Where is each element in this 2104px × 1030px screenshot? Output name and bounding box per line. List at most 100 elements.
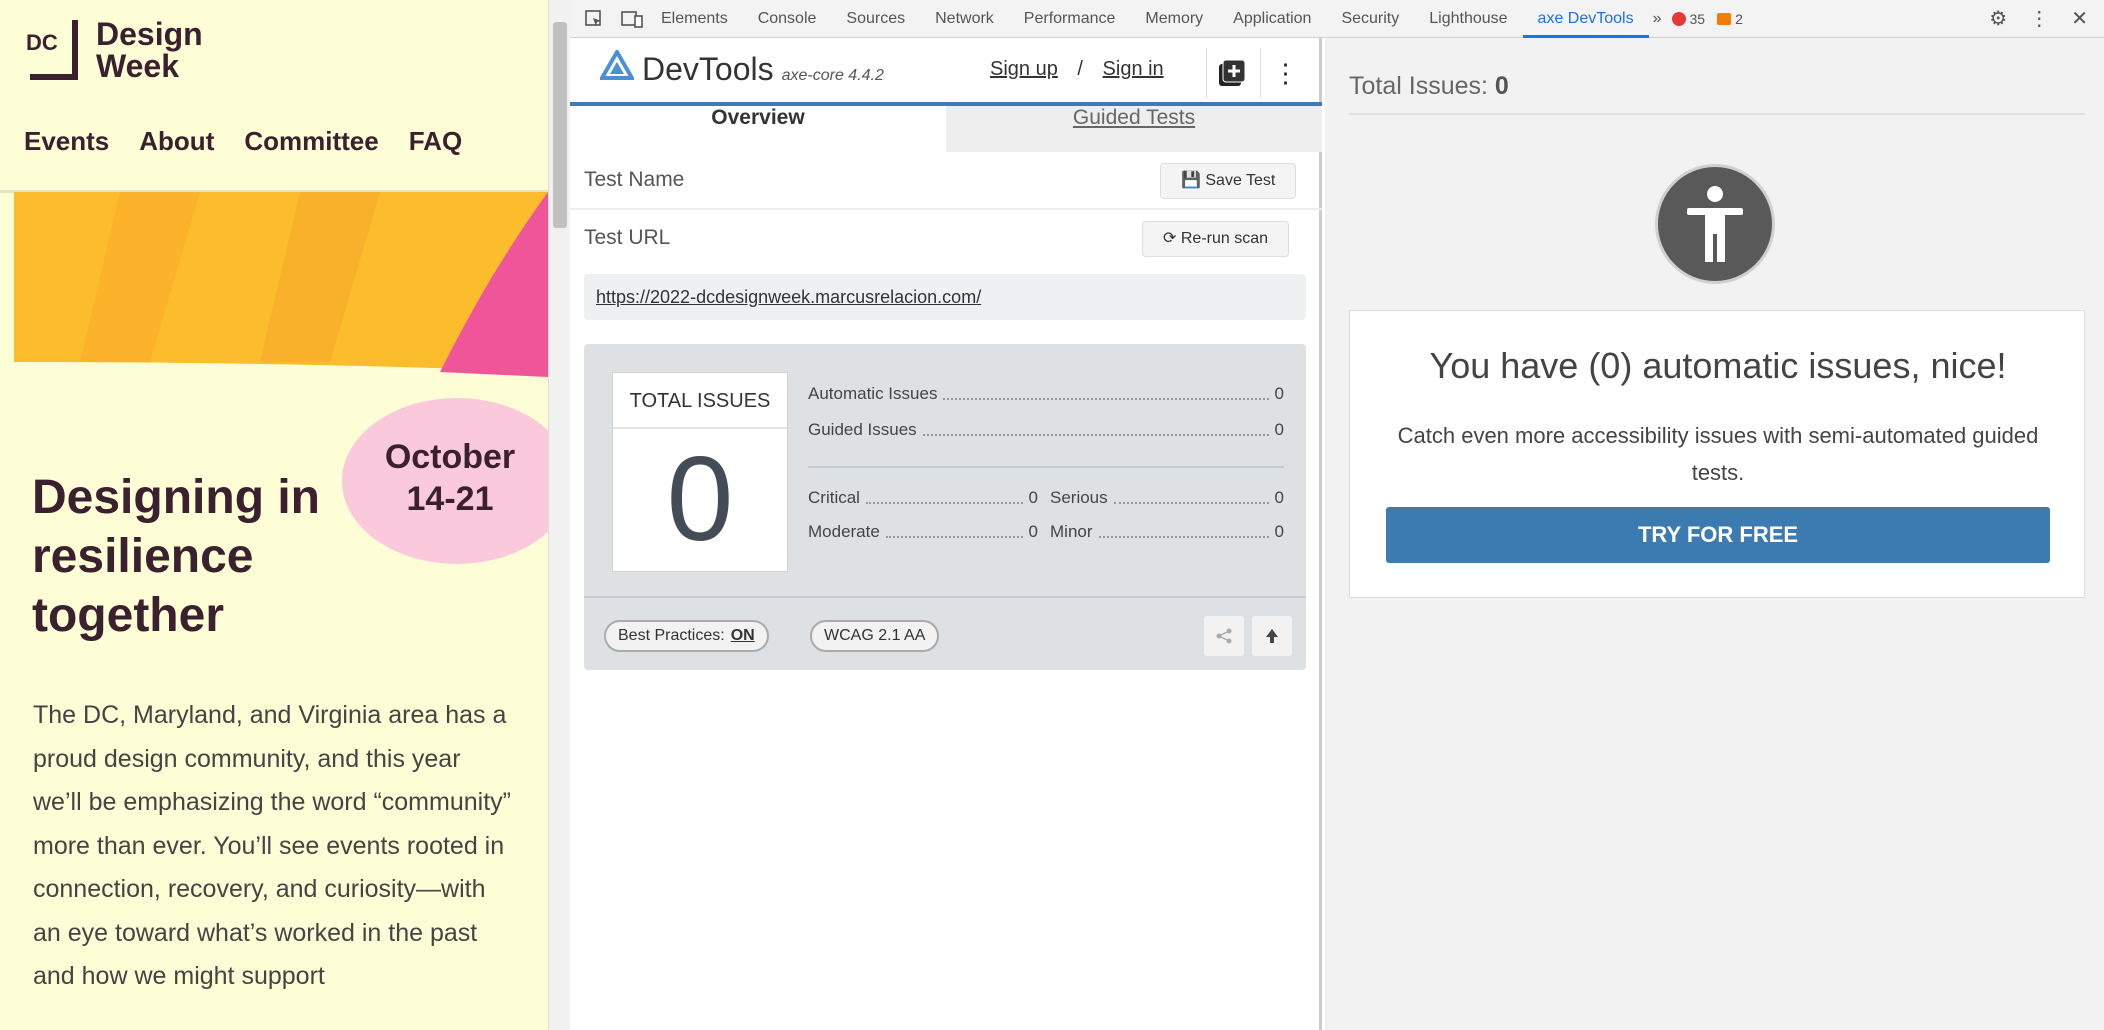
site-logo[interactable]: DC Design Week bbox=[22, 18, 203, 82]
event-dates-days: 14-21 bbox=[406, 480, 494, 518]
tab-security[interactable]: Security bbox=[1326, 0, 1414, 38]
website-scrollbar[interactable] bbox=[548, 0, 570, 1030]
total-issues-count: 0 bbox=[666, 432, 734, 566]
rerun-scan-button[interactable]: ⟳ Re-run scan bbox=[1142, 221, 1290, 257]
accessibility-icon bbox=[1655, 164, 1775, 284]
logo-mark: DC bbox=[22, 18, 82, 82]
stat-minor: Minor 0 bbox=[1050, 522, 1284, 542]
more-tabs-button[interactable]: » bbox=[1649, 10, 1666, 28]
tab-performance[interactable]: Performance bbox=[1009, 0, 1131, 38]
guided-tests-promo: Catch even more accessibility issues wit… bbox=[1397, 423, 2039, 485]
wcag-level-selector[interactable]: WCAG 2.1 AA bbox=[810, 620, 940, 652]
test-url-row: Test URL ⟳ Re-run scan bbox=[570, 210, 1322, 268]
tab-network[interactable]: Network bbox=[920, 0, 1009, 38]
test-url-link[interactable]: https://2022-dcdesignweek.marcusrelacion… bbox=[584, 274, 1306, 320]
device-toggle-icon[interactable] bbox=[618, 9, 646, 29]
no-issues-headline: You have (0) automatic issues, nice! bbox=[1429, 345, 2007, 386]
axe-logo-icon bbox=[600, 50, 634, 80]
stat-value: 0 bbox=[1274, 522, 1284, 541]
best-practices-value: ON bbox=[730, 627, 755, 644]
error-icon bbox=[1671, 11, 1686, 26]
hero-intro-text: The DC, Maryland, and Virginia area has … bbox=[33, 701, 511, 990]
test-url-label: Test URL bbox=[584, 226, 671, 249]
results-panel: Total Issues: 0 You have (0) automatic i… bbox=[1325, 38, 2104, 1030]
best-practices-label: Best Practices: bbox=[618, 627, 725, 644]
site-nav: Events About Committee FAQ bbox=[24, 126, 462, 157]
auth-separator: / bbox=[1077, 58, 1083, 80]
stat-automatic: Automatic Issues 0 bbox=[808, 384, 1284, 404]
stat-value: 0 bbox=[1274, 420, 1284, 439]
new-scan-icon[interactable] bbox=[1206, 48, 1256, 98]
test-name-label: Test Name bbox=[584, 168, 685, 191]
tab-console[interactable]: Console bbox=[743, 0, 832, 38]
nav-faq[interactable]: FAQ bbox=[409, 126, 462, 157]
stat-value: 0 bbox=[1028, 522, 1038, 541]
no-issues-card: You have (0) automatic issues, nice! Cat… bbox=[1349, 310, 2085, 598]
sign-in-link[interactable]: Sign in bbox=[1103, 58, 1164, 80]
axe-brand: DevTools axe-core 4.4.2 bbox=[600, 50, 884, 88]
test-name-row: Test Name 💾 Save Test bbox=[570, 152, 1322, 210]
logo-line-2: Week bbox=[96, 48, 180, 84]
inspect-icon[interactable] bbox=[580, 9, 608, 29]
best-practices-toggle[interactable]: Best Practices: ON bbox=[604, 620, 769, 652]
tab-elements[interactable]: Elements bbox=[646, 0, 743, 38]
nav-events[interactable]: Events bbox=[24, 126, 109, 157]
warning-counter[interactable]: 2 bbox=[1711, 11, 1749, 27]
sign-up-link[interactable]: Sign up bbox=[990, 58, 1058, 80]
axe-header: DevTools axe-core 4.4.2 Sign up / Sign i… bbox=[570, 38, 1322, 106]
axe-menu-icon[interactable]: ⋮ bbox=[1260, 48, 1310, 98]
total-issues-caption: TOTAL ISSUES bbox=[613, 373, 787, 429]
kebab-menu-icon[interactable]: ⋮ bbox=[2029, 6, 2049, 31]
logo-line-1: Design bbox=[96, 16, 203, 52]
stat-guided: Guided Issues 0 bbox=[808, 420, 1284, 440]
website-preview: DC Design Week Events About Committee FA… bbox=[0, 0, 548, 1030]
stat-critical: Critical 0 bbox=[808, 488, 1038, 508]
tab-guided-tests[interactable]: Guided Tests bbox=[946, 106, 1322, 152]
rerun-scan-label: Re-run scan bbox=[1180, 230, 1269, 247]
auth-links: Sign up / Sign in bbox=[990, 58, 1164, 81]
event-dates: October 14-21 bbox=[360, 436, 540, 520]
tab-memory[interactable]: Memory bbox=[1130, 0, 1218, 38]
axe-brand-title: DevTools bbox=[642, 51, 774, 87]
share-icon[interactable] bbox=[1204, 616, 1244, 656]
total-issues-label: Total Issues: bbox=[1349, 72, 1488, 100]
stat-label: Minor bbox=[1050, 522, 1093, 541]
settings-icon[interactable]: ⚙ bbox=[1989, 6, 2007, 31]
save-test-label: Save Test bbox=[1205, 172, 1276, 189]
save-icon: 💾 bbox=[1181, 172, 1201, 189]
tab-application[interactable]: Application bbox=[1218, 0, 1326, 38]
error-count: 35 bbox=[1689, 10, 1706, 27]
total-issues-card: TOTAL ISSUES 0 bbox=[612, 372, 788, 572]
axe-panel: DevTools axe-core 4.4.2 Sign up / Sign i… bbox=[570, 38, 1322, 1030]
total-issues-summary: Total Issues: 0 bbox=[1349, 72, 1509, 101]
tab-axe-devtools[interactable]: axe DevTools bbox=[1522, 0, 1649, 38]
nav-about[interactable]: About bbox=[139, 126, 214, 157]
stat-label: Guided Issues bbox=[808, 420, 917, 439]
stat-moderate: Moderate 0 bbox=[808, 522, 1038, 542]
error-counter[interactable]: 35 bbox=[1666, 11, 1712, 27]
logo-wordmark: Design Week bbox=[96, 18, 203, 82]
close-icon[interactable]: ✕ bbox=[2071, 6, 2088, 31]
scrollbar-thumb[interactable] bbox=[553, 22, 567, 228]
tab-lighthouse[interactable]: Lighthouse bbox=[1414, 0, 1522, 38]
warning-count: 2 bbox=[1735, 10, 1743, 27]
stat-value: 0 bbox=[1274, 384, 1284, 403]
axe-tabs: Overview Guided Tests bbox=[570, 106, 1322, 152]
refresh-icon: ⟳ bbox=[1163, 230, 1177, 247]
total-issues-value: 0 bbox=[1494, 72, 1509, 100]
hero-banner-graphic bbox=[14, 192, 548, 377]
axe-version: axe-core 4.4.2 bbox=[781, 67, 884, 84]
stat-label: Moderate bbox=[808, 522, 880, 541]
nav-committee[interactable]: Committee bbox=[244, 126, 378, 157]
tab-overview[interactable]: Overview bbox=[570, 106, 946, 152]
tab-sources[interactable]: Sources bbox=[831, 0, 920, 38]
logo-mark-text: DC bbox=[26, 30, 58, 55]
save-test-button[interactable]: 💾 Save Test bbox=[1160, 163, 1297, 199]
issues-summary: TOTAL ISSUES 0 Automatic Issues 0 Guided… bbox=[584, 344, 1306, 670]
stat-label: Automatic Issues bbox=[808, 384, 938, 403]
export-icon[interactable] bbox=[1252, 616, 1292, 656]
event-dates-month: October bbox=[384, 438, 516, 476]
try-for-free-button[interactable]: TRY FOR FREE bbox=[1386, 507, 2050, 563]
stat-label: Serious bbox=[1050, 488, 1108, 507]
devtools-tab-strip: Elements Console Sources Network Perform… bbox=[570, 0, 2104, 38]
